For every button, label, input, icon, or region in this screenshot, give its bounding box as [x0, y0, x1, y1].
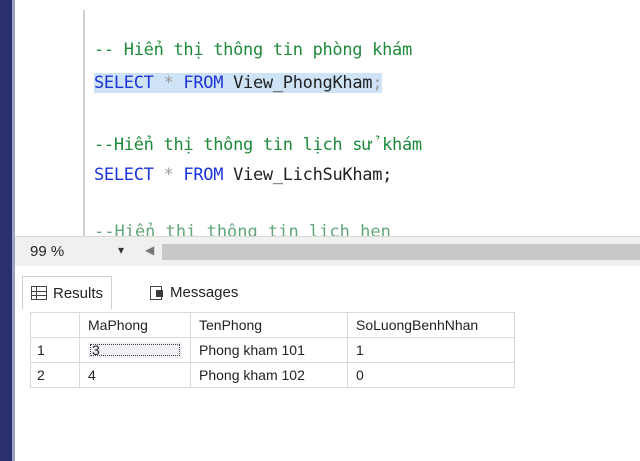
keyword-from: FROM: [183, 165, 224, 185]
grid-cell[interactable]: Phong kham 102: [190, 362, 348, 388]
column-header-tenphong[interactable]: TenPhong: [190, 312, 348, 338]
statement-terminator: ;: [382, 165, 393, 185]
select-star: *: [163, 165, 174, 185]
grid-cell[interactable]: Phong kham 101: [190, 337, 348, 363]
messages-icon: [150, 285, 164, 300]
code-select-view-phongkham[interactable]: SELECT * FROM View_PhongKham;: [94, 73, 382, 93]
scroll-left-icon[interactable]: ◀: [145, 243, 154, 257]
object-name: View_PhongKham: [233, 73, 373, 93]
grid-cell[interactable]: 0: [347, 362, 515, 388]
keyword-select: SELECT: [94, 165, 154, 185]
code-comment-phong-kham[interactable]: -- Hiển thị thông tin phòng khám: [94, 40, 412, 60]
select-star: *: [163, 73, 174, 93]
grid-cell[interactable]: 4: [79, 362, 191, 388]
keyword-from: FROM: [183, 73, 224, 93]
statement-terminator: ;: [372, 73, 383, 93]
tab-messages-label: Messages: [170, 283, 239, 301]
tab-results-label: Results: [53, 284, 104, 302]
zoom-level[interactable]: 99 %: [30, 243, 64, 260]
column-header-soluongbenhnhan[interactable]: SoLuongBenhNhan: [347, 312, 515, 338]
horizontal-scrollbar[interactable]: [162, 244, 640, 260]
grid-icon: [31, 286, 47, 300]
code-select-view-lichsukham[interactable]: SELECT * FROM View_LichSuKham;: [94, 165, 392, 185]
row-number-header[interactable]: [30, 312, 80, 338]
grid-cell[interactable]: 3: [88, 342, 182, 358]
tab-messages[interactable]: Messages: [150, 276, 238, 308]
editor-margin-line: [83, 10, 85, 236]
grid-header-row: MaPhong TenPhong SoLuongBenhNhan: [30, 312, 515, 338]
ssms-query-window: -- Hiển thị thông tin phòng khám SELECT …: [0, 0, 640, 461]
zoom-dropdown-icon[interactable]: ▾: [118, 243, 124, 257]
table-row[interactable]: 2 4 Phong kham 102 0: [30, 362, 515, 388]
row-number[interactable]: 2: [30, 362, 80, 388]
code-comment-lich-su-kham[interactable]: --Hiển thị thông tin lịch sử khám: [94, 135, 422, 155]
table-row[interactable]: 1 3 Phong kham 101 1: [30, 337, 515, 363]
object-name: View_LichSuKham: [233, 165, 383, 185]
results-grid[interactable]: MaPhong TenPhong SoLuongBenhNhan 1 3 Pho…: [30, 312, 515, 388]
sql-editor[interactable]: [15, 0, 640, 236]
tab-results[interactable]: Results: [22, 276, 113, 309]
grid-cell[interactable]: 1: [347, 337, 515, 363]
window-left-edge: [0, 0, 12, 461]
column-header-maphong[interactable]: MaPhong: [79, 312, 191, 338]
row-number[interactable]: 1: [30, 337, 80, 363]
keyword-select: SELECT: [94, 73, 154, 93]
